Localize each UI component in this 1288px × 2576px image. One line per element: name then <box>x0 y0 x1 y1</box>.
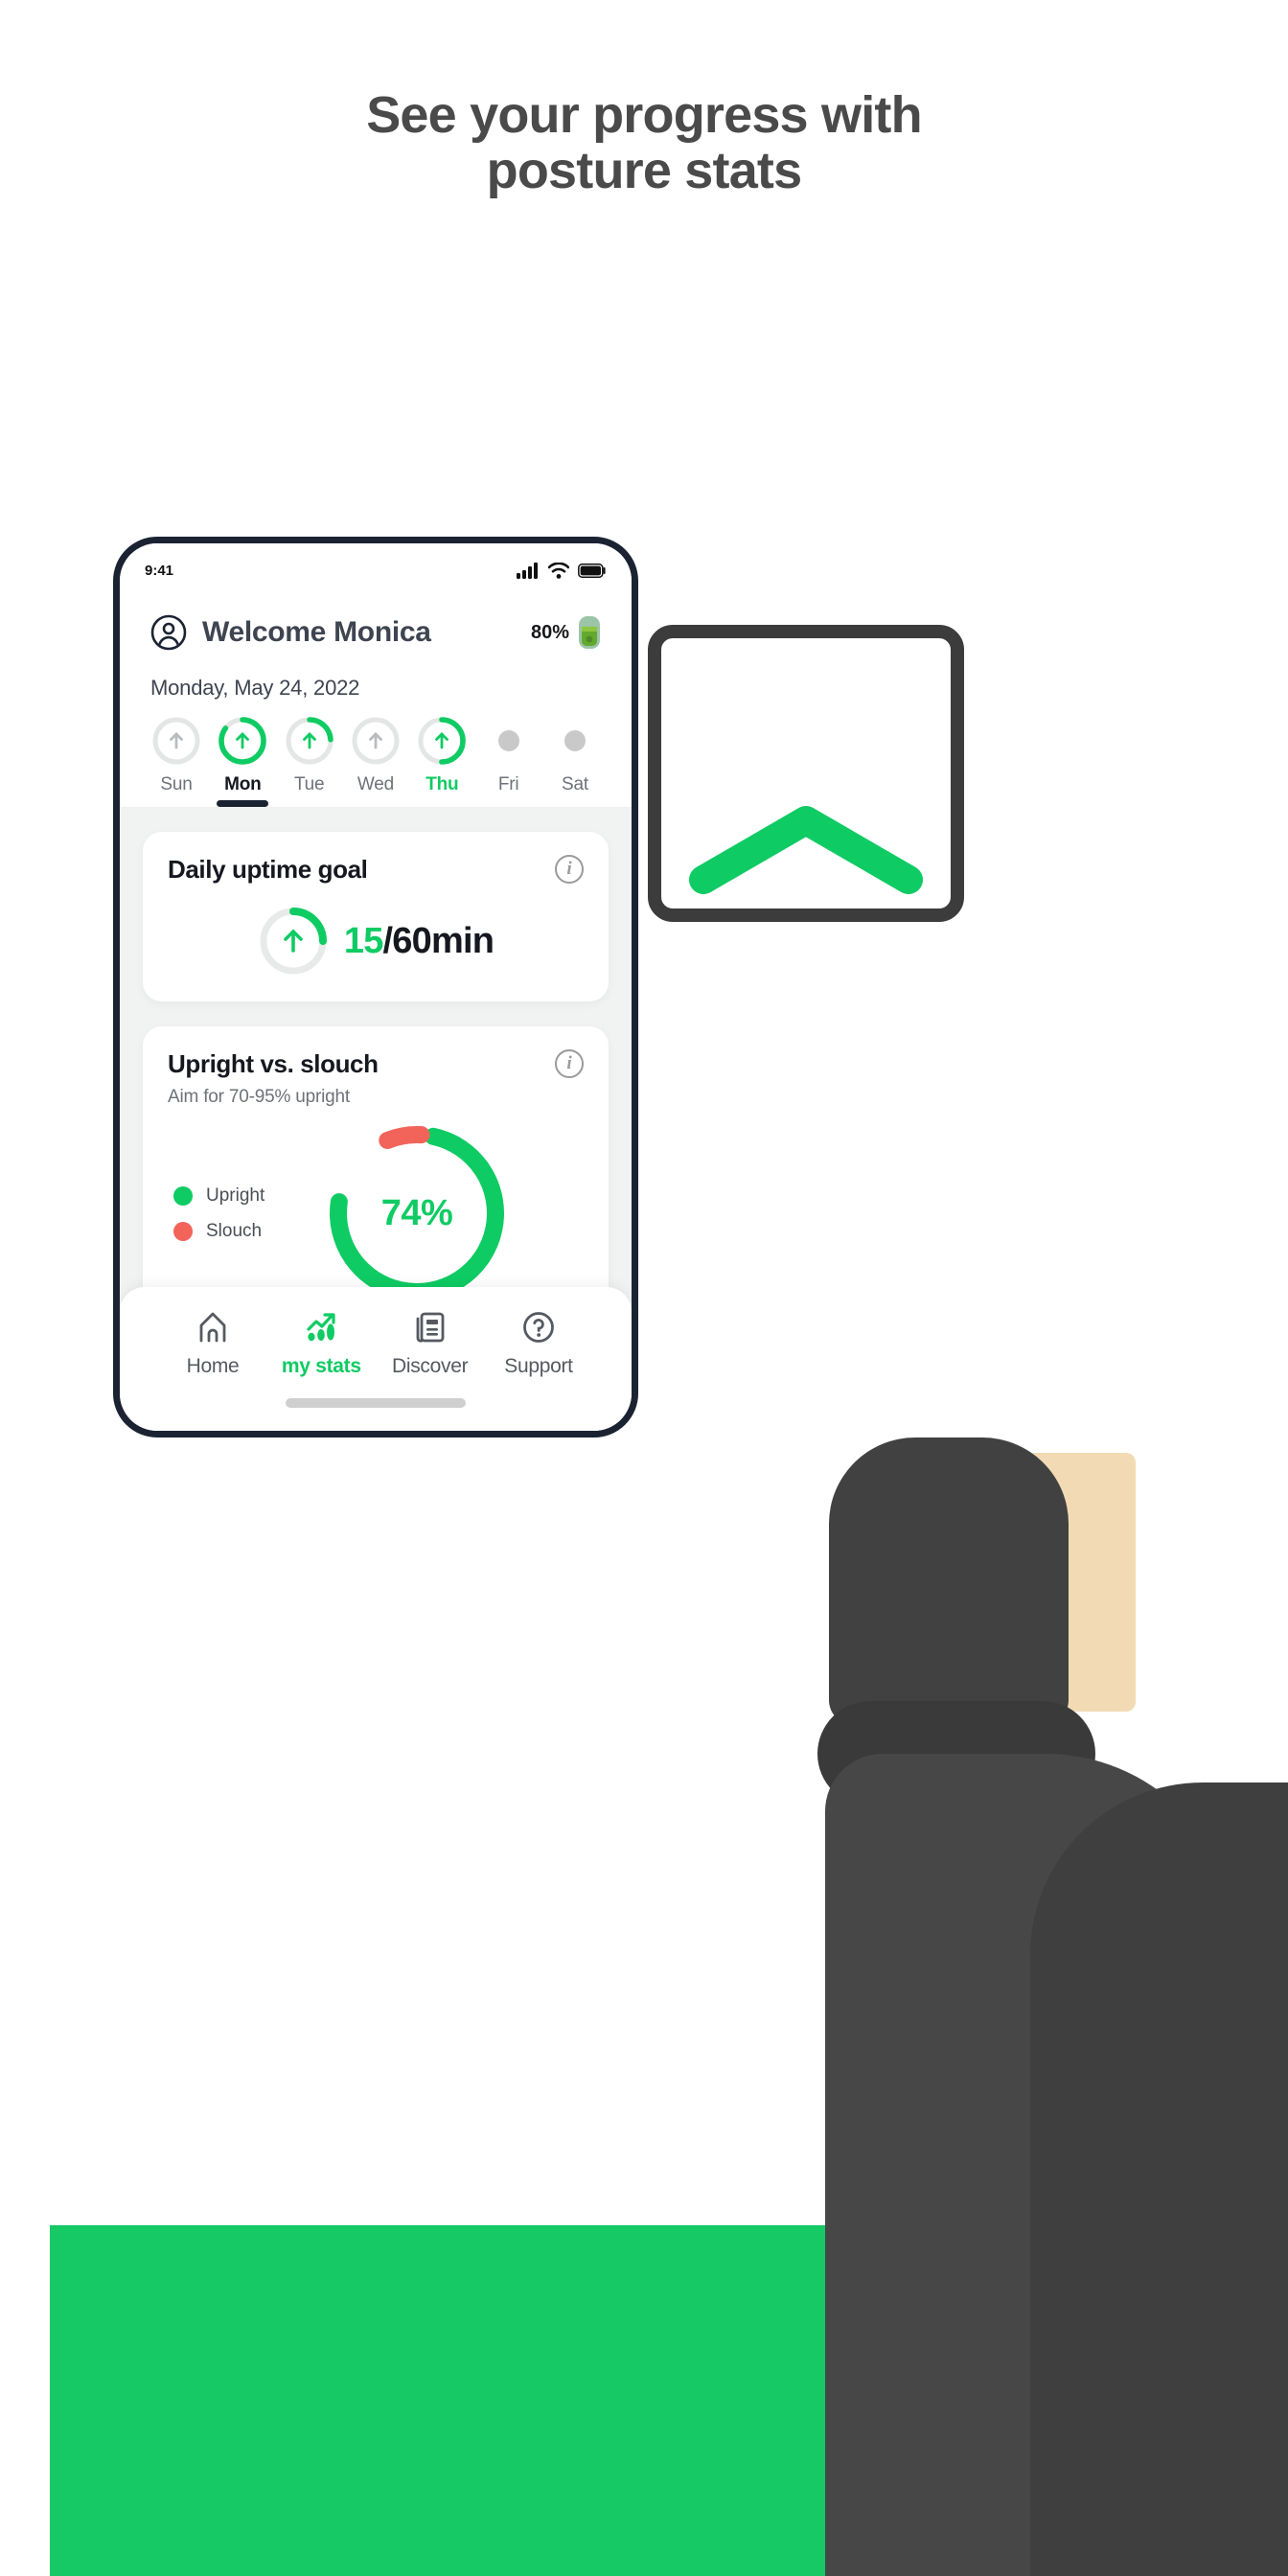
up-arrow-icon <box>170 732 183 749</box>
up-arrow-icon <box>369 732 382 749</box>
battery-percent: 80% <box>530 621 569 643</box>
donut-center-value: 74% <box>380 1192 453 1233</box>
card-header: Daily uptime goal i <box>168 855 584 885</box>
battery-status: 80% <box>531 615 601 650</box>
nav-item-home[interactable]: Home <box>160 1308 265 1378</box>
day-ring-wed <box>351 716 401 766</box>
posture-donut-chart: 74% <box>321 1117 513 1309</box>
day-sun[interactable]: Sun <box>147 716 206 807</box>
welcome-row: Welcome Monica 80% <box>150 614 601 651</box>
welcome-message: Welcome Monica <box>202 616 431 648</box>
nav-label-home: Home <box>186 1355 240 1377</box>
person-head-shape <box>829 1438 1069 1725</box>
status-bar: 9:41 <box>120 543 632 587</box>
nav-item-support[interactable]: Support <box>486 1308 591 1378</box>
current-date: Monday, May 24, 2022 <box>150 676 360 700</box>
legend-dot-upright <box>173 1185 193 1206</box>
day-ring-mon <box>218 716 267 766</box>
page-title-line-1: See your progress with <box>366 86 922 144</box>
legend-dot-slouch <box>173 1221 193 1241</box>
stats-icon <box>307 1313 335 1342</box>
legend-item-upright: Upright <box>173 1185 311 1207</box>
uptime-goal-ring <box>258 906 329 977</box>
card-header: Upright vs. slouch Aim for 70-95% uprigh… <box>168 1049 584 1108</box>
user-avatar-icon[interactable] <box>150 614 187 651</box>
up-arrow-icon <box>302 732 316 749</box>
uptime-goal-separator: / <box>382 920 394 961</box>
day-label-fri: Fri <box>497 774 519 794</box>
day-fri[interactable]: Fri <box>479 716 539 807</box>
page-title-line-2: posture stats <box>486 141 802 199</box>
day-label-sat: Sat <box>562 774 588 794</box>
bottom-nav-items: Home my stats Discover Support <box>147 1308 605 1378</box>
card-daily-uptime-goal[interactable]: Daily uptime goal i 15/60min <box>143 832 609 1001</box>
battery-icon <box>578 563 606 578</box>
nav-item-my-stats[interactable]: my stats <box>268 1308 374 1378</box>
donut-legend: Upright Slouch <box>168 1171 311 1256</box>
up-arrow-icon <box>284 929 303 953</box>
day-ring-thu <box>417 716 467 766</box>
status-icons <box>517 562 607 579</box>
legend-label-slouch: Slouch <box>206 1220 263 1241</box>
legend-item-slouch: Slouch <box>173 1221 311 1242</box>
day-mon[interactable]: Mon <box>213 716 272 807</box>
day-label-mon: Mon <box>224 774 262 794</box>
home-indicator[interactable] <box>286 1398 466 1408</box>
stats-scroll-area[interactable]: Daily uptime goal i 15/60min Upright vs.… <box>120 807 632 1355</box>
day-dot-fri <box>497 730 519 751</box>
card-title-group: Upright vs. slouch Aim for 70-95% uprigh… <box>168 1049 379 1108</box>
home-icon <box>199 1312 226 1343</box>
device-battery-icon <box>579 616 600 649</box>
day-sat[interactable]: Sat <box>545 716 605 807</box>
nav-label-discover: Discover <box>392 1355 469 1377</box>
card-title: Daily uptime goal <box>168 855 368 884</box>
day-label-wed: Wed <box>356 774 395 794</box>
day-ring-sun <box>151 716 201 766</box>
bottom-navigation: Home my stats Discover Support <box>120 1287 632 1431</box>
cellular-signal-icon <box>517 562 538 579</box>
day-ring-tue <box>285 716 334 766</box>
uptime-goal-value-row: 15/60min <box>168 906 584 977</box>
support-icon <box>523 1312 554 1343</box>
day-label-thu: Thu <box>426 774 459 794</box>
posture-donut-wrapper: Upright Slouch 74% <box>168 1117 584 1309</box>
legend-label-upright: Upright <box>206 1184 265 1206</box>
day-tue[interactable]: Tue <box>280 716 339 807</box>
phone-mockup: 9:41 Welcome Monica 80% Monday, May 24, … <box>113 537 638 1438</box>
person-shoulder-shape <box>1030 1782 1288 2576</box>
info-icon[interactable]: i <box>555 855 584 884</box>
discover-icon <box>416 1312 445 1343</box>
day-dot-sat <box>564 730 586 751</box>
card-subtitle: Aim for 70-95% upright <box>168 1087 350 1107</box>
nav-label-my-stats: my stats <box>281 1355 361 1377</box>
uptime-goal-current: 15 <box>343 920 383 961</box>
uptime-goal-target: 60min <box>392 920 494 961</box>
day-wed[interactable]: Wed <box>346 716 405 807</box>
status-time: 9:41 <box>145 562 174 579</box>
week-selector: Sun Mon Tue Wed Thu Fri Sat <box>120 701 632 807</box>
info-icon[interactable]: i <box>555 1049 584 1078</box>
chevron-up-icon <box>689 806 923 894</box>
up-arrow-icon <box>435 732 449 749</box>
background-person-illustration <box>743 1438 1288 2576</box>
page-title: See your progress with posture stats <box>0 86 1288 199</box>
day-label-tue: Tue <box>293 774 325 794</box>
day-selected-underline <box>217 800 269 807</box>
up-arrow-icon <box>236 732 250 749</box>
background-device-card <box>648 625 964 922</box>
welcome-left-group[interactable]: Welcome Monica <box>150 614 431 651</box>
day-thu[interactable]: Thu <box>412 716 472 807</box>
uptime-goal-text: 15/60min <box>344 921 494 962</box>
app-header: Welcome Monica 80% Monday, May 24, 2022 <box>120 587 632 701</box>
card-title: Upright vs. slouch <box>168 1049 379 1078</box>
nav-label-support: Support <box>504 1355 573 1377</box>
nav-item-discover[interactable]: Discover <box>378 1308 483 1378</box>
wifi-icon <box>548 562 569 579</box>
day-label-sun: Sun <box>160 774 193 794</box>
